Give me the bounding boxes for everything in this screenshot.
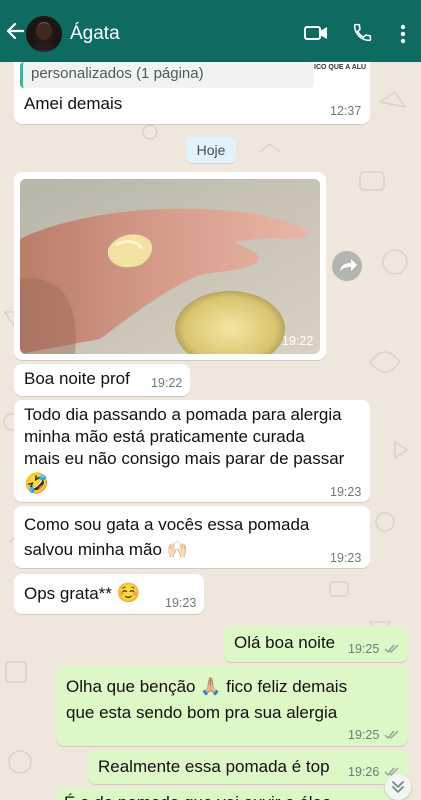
video-call-icon[interactable] [304, 24, 328, 42]
smiling-emoji: ☺️ [116, 582, 141, 604]
message-text: Olha que benção 🙏🏼 fico feliz demais que… [66, 674, 347, 725]
message-photo[interactable] [20, 179, 320, 354]
message-time: 19:23 [330, 485, 362, 499]
date-divider: Hoje [186, 137, 236, 163]
double-chevron-down-icon [392, 781, 404, 793]
image-time: 19:22 [282, 334, 314, 348]
message-line: que esta sendo bom pra sua alergia [66, 703, 338, 722]
message-text: Realmente essa pomada é top [98, 757, 330, 776]
message-text: Como sou gata a vocês essa pomada salvou… [24, 512, 309, 563]
message-time: 19:25 [348, 728, 380, 742]
share-icon [340, 259, 357, 271]
message-text: Olá boa noite [234, 633, 336, 652]
message-time: 19:23 [165, 596, 197, 610]
document-thumb-text: ICO QUE A ALU [314, 64, 367, 71]
message-text: Todo dia passando a pomada para alergia … [24, 404, 344, 496]
message-text: Ops grata** ☺️ [24, 582, 140, 605]
laughing-emoji: 🤣 [24, 471, 49, 495]
message-line: salvou minha mão [24, 540, 162, 559]
avatar-photo-icon [26, 16, 62, 52]
folded-hands-emoji: 🙏🏼 [200, 677, 222, 697]
message-line: mais eu não consigo mais parar de passar [24, 449, 345, 468]
chat-header: Ágata [0, 0, 421, 62]
message-time: 19:22 [151, 376, 183, 390]
more-vert-icon[interactable] [399, 24, 407, 44]
message-text: Boa noite prof [24, 369, 130, 388]
message-time: 12:37 [330, 104, 362, 118]
document-title: personalizados (1 página) [31, 65, 204, 82]
message-line: Como sou gata a vocês essa pomada [24, 515, 310, 534]
double-check-icon [384, 730, 399, 740]
share-button[interactable] [332, 251, 362, 281]
message-line: Olha que benção [66, 677, 196, 696]
message-time: 19:25 [348, 642, 380, 656]
message-time: 19:23 [330, 551, 362, 565]
avatar[interactable] [26, 16, 62, 52]
hand-photo-image [20, 179, 320, 354]
arrow-back-icon[interactable] [6, 22, 24, 40]
message-line: fico feliz demais [226, 677, 348, 696]
document-preview[interactable]: personalizados (1 página) [20, 62, 314, 88]
contact-name[interactable]: Ágata [70, 23, 120, 45]
message-time: 19:26 [348, 765, 380, 779]
double-check-icon [384, 644, 399, 654]
raising-hands-emoji: 🙌🏻 [166, 540, 188, 560]
message-text: Amei demais [24, 94, 123, 113]
message-line: minha mão está praticamente curada [24, 427, 305, 446]
phone-icon[interactable] [352, 22, 373, 43]
message-text: É o da pomada que vai ouvir e óleo [64, 792, 331, 800]
scroll-to-bottom-button[interactable] [385, 774, 411, 800]
message-line: Todo dia passando a pomada para alergia [24, 405, 342, 424]
message-line: Ops grata** [24, 584, 112, 603]
